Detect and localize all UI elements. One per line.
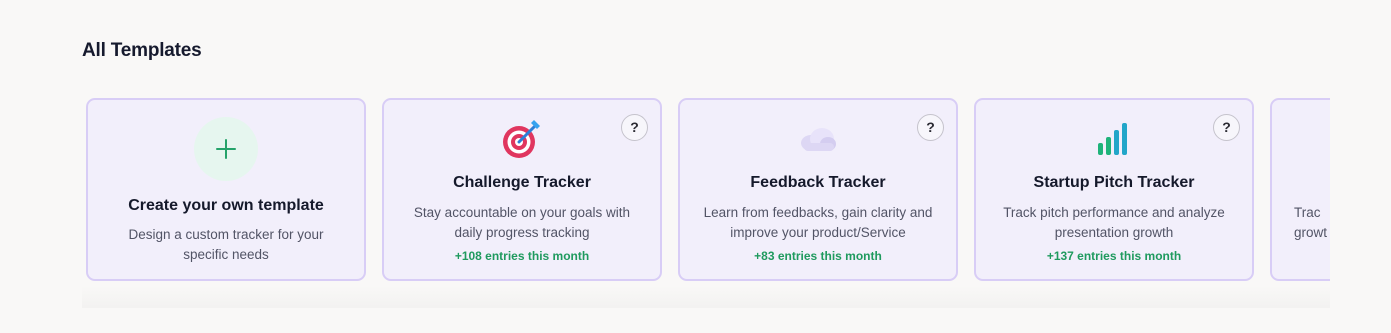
template-stat: +137 entries this month (1046, 249, 1182, 263)
section-title: All Templates (82, 40, 202, 61)
template-title: Feedback Tracker (750, 174, 886, 191)
template-card-challenge-tracker[interactable]: ? Challenge Tracker Stay accountable on … (382, 98, 662, 281)
create-template-description: Design a custom tracker for your specifi… (128, 227, 324, 262)
template-card-partial[interactable]: Trac growt (1270, 98, 1330, 281)
template-description: Stay accountable on your goals with dail… (413, 205, 631, 240)
help-button[interactable]: ? (917, 114, 944, 141)
template-stat: +83 entries this month (754, 249, 882, 263)
template-title: Challenge Tracker (453, 174, 591, 191)
templates-carousel[interactable]: Create your own template Design a custom… (82, 96, 1330, 308)
bar-chart-icon (1097, 122, 1131, 161)
cloud-icon (798, 126, 838, 159)
template-card-startup-pitch-tracker[interactable]: ? Startup Pitch Tracker Track pitch perf… (974, 98, 1254, 281)
template-description: Learn from feedbacks, gain clarity and i… (703, 205, 933, 240)
template-stat: +108 entries this month (454, 249, 590, 263)
template-description: Track pitch performance and analyze pres… (1003, 205, 1225, 240)
template-description: Trac growt (1294, 205, 1328, 240)
template-title: Startup Pitch Tracker (1033, 174, 1195, 191)
help-button[interactable]: ? (621, 114, 648, 141)
help-button[interactable]: ? (1213, 114, 1240, 141)
plus-icon (194, 117, 258, 181)
template-card-feedback-tracker[interactable]: ? Feedback Tracker Learn from feedbacks,… (678, 98, 958, 281)
create-template-title: Create your own template (128, 197, 324, 214)
target-dart-icon (502, 120, 542, 165)
create-template-card[interactable]: Create your own template Design a custom… (86, 98, 366, 281)
